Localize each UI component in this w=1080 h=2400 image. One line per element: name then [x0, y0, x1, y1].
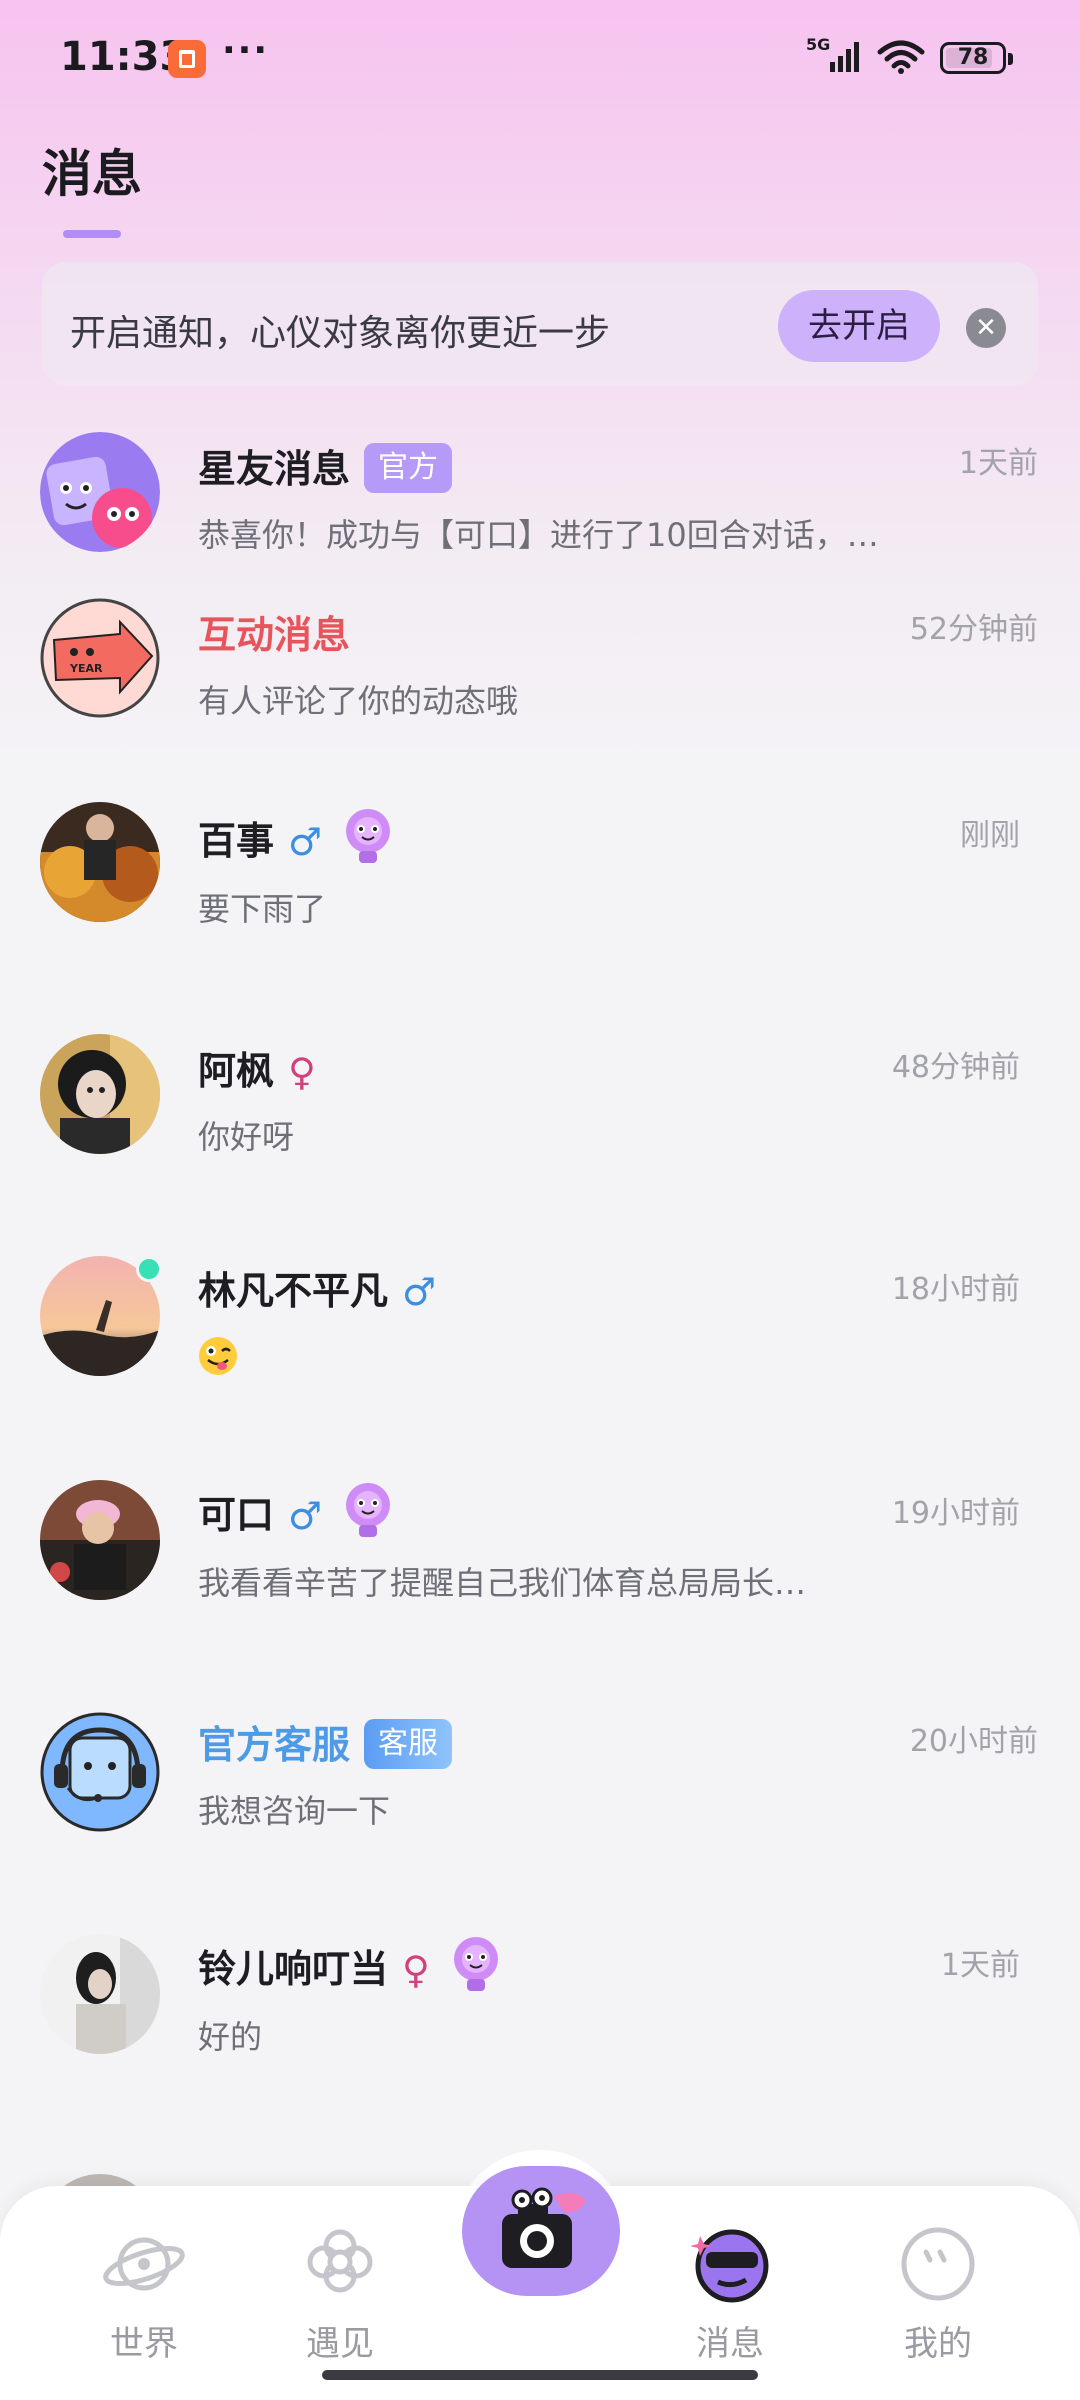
message-preview: 要下雨了 — [198, 890, 327, 928]
more-notifications-icon: ··· — [222, 30, 270, 71]
app-notification-icon — [168, 40, 206, 78]
message-time: 52分钟前 — [909, 612, 1038, 647]
wifi-icon — [877, 40, 925, 74]
conversation-name: 星友消息 官方 — [198, 438, 453, 497]
list-item[interactable]: 星友消息 官方 恭喜你！成功与【可口】进行了10回合对话，… 1天前 — [0, 418, 1080, 568]
name-text: 星友消息 — [198, 447, 351, 491]
lightbulb-mascot-icon — [453, 1936, 498, 1991]
tab-profile[interactable]: 我的 — [868, 2222, 1008, 2364]
battery-tip — [1008, 53, 1013, 65]
conversation-name: 互动消息 — [198, 613, 351, 657]
message-preview: 你好呀 — [198, 1118, 295, 1156]
message-time: 19小时前 — [891, 1496, 1020, 1531]
lightbulb-mascot-icon — [346, 808, 391, 863]
message-time: 1天前 — [940, 1948, 1020, 1983]
online-status-dot — [136, 1256, 162, 1282]
list-item[interactable]: 百事 ♂ 要下雨了 刚刚 — [0, 790, 1080, 950]
conversation-name: 可口 ♂ — [198, 1482, 394, 1549]
tab-label: 遇见 — [306, 2324, 374, 2364]
home-indicator[interactable] — [322, 2370, 758, 2380]
name-text: 可口 — [198, 1493, 275, 1537]
message-time: 20小时前 — [909, 1724, 1038, 1759]
female-gender-icon: ♀ — [402, 1947, 430, 1992]
page-title: 消息 — [42, 145, 142, 203]
male-gender-icon: ♂ — [402, 1269, 437, 1314]
male-gender-icon: ♂ — [288, 819, 323, 864]
svg-text:YEAR: YEAR — [69, 662, 103, 675]
list-item[interactable]: 铃儿响叮当 ♀ 好的 1天前 — [0, 1914, 1080, 2074]
message-time: 刚刚 — [960, 818, 1020, 853]
message-preview: 好的 — [198, 2018, 263, 2056]
name-text: 官方客服 — [198, 1723, 351, 1767]
conversation-name: 官方客服 客服 — [198, 1714, 453, 1773]
official-badge: 官方 — [364, 442, 453, 493]
list-item[interactable]: 可口 ♂ 我看看辛苦了提醒自己我们体育总局局长… 19小时前 — [0, 1460, 1080, 1620]
winking-tongue-emoji-icon — [199, 1337, 237, 1375]
star-friend-mascot-avatar — [40, 432, 160, 552]
conversation-name: 林凡不平凡 ♂ — [198, 1260, 436, 1316]
close-icon[interactable]: ✕ — [966, 308, 1006, 348]
conversation-name: 阿枫 ♀ — [198, 1040, 316, 1096]
conversation-name: 百事 ♂ — [198, 808, 394, 875]
flower-icon — [307, 2229, 373, 2293]
message-mascot-icon — [690, 2229, 769, 2303]
message-preview: 恭喜你！成功与【可口】进行了10回合对话，… — [198, 516, 879, 554]
planet-icon — [103, 2237, 185, 2291]
message-preview: 有人评论了你的动态哦 — [198, 682, 519, 720]
lightbulb-mascot-icon — [346, 1482, 391, 1537]
name-text: 铃儿响叮当 — [198, 1947, 389, 1991]
network-type-label: 5G — [806, 36, 830, 54]
notification-banner: 开启通知，心仪对象离你更近一步 去开启 ✕ — [42, 262, 1038, 386]
tab-label: 世界 — [110, 2324, 178, 2364]
status-bar: 11:33 ··· 5G 78 — [0, 0, 1080, 120]
message-time: 48分钟前 — [891, 1050, 1020, 1085]
camera-button[interactable] — [462, 2166, 620, 2296]
tab-messages[interactable]: 消息 — [660, 2222, 800, 2364]
user-avatar — [40, 1034, 160, 1154]
camera-icon — [502, 2187, 586, 2268]
battery-level: 78 — [957, 45, 989, 70]
list-item[interactable]: 林凡不平凡 ♂ 18小时前 — [0, 1236, 1080, 1396]
profile-icon — [901, 2227, 975, 2301]
user-avatar — [40, 1480, 160, 1600]
user-avatar — [40, 1934, 160, 2054]
customer-service-mascot-avatar — [40, 1712, 160, 1832]
name-text: 阿枫 — [198, 1049, 275, 1093]
list-item[interactable]: 阿枫 ♀ 你好呀 48分钟前 — [0, 1014, 1080, 1174]
customer-service-badge: 客服 — [364, 1718, 453, 1769]
message-time: 1天前 — [958, 446, 1038, 481]
message-preview: 我看看辛苦了提醒自己我们体育总局局长… — [198, 1564, 807, 1602]
title-underline — [63, 230, 121, 238]
name-text: 林凡不平凡 — [198, 1269, 389, 1313]
battery-indicator: 78 — [940, 42, 1006, 74]
list-item[interactable]: 官方客服 客服 我想咨询一下 20小时前 — [0, 1694, 1080, 1844]
user-avatar — [40, 802, 160, 922]
enable-notifications-button[interactable]: 去开启 — [778, 290, 940, 362]
banner-text: 开启通知，心仪对象离你更近一步 — [70, 313, 611, 354]
male-gender-icon: ♂ — [288, 1493, 323, 1538]
interaction-mascot-avatar: YEAR — [40, 598, 160, 718]
message-preview: 我想咨询一下 — [198, 1792, 391, 1830]
message-time: 18小时前 — [891, 1272, 1020, 1307]
tab-world[interactable]: 世界 — [74, 2222, 214, 2364]
female-gender-icon: ♀ — [288, 1049, 316, 1094]
tab-meet[interactable]: 遇见 — [270, 2222, 410, 2364]
cellular-signal-icon: 5G — [806, 36, 859, 72]
name-text: 百事 — [198, 819, 275, 863]
conversation-name: 铃儿响叮当 ♀ — [198, 1936, 502, 2003]
list-item[interactable]: YEAR 互动消息 有人评论了你的动态哦 52分钟前 — [0, 584, 1080, 734]
tab-label: 消息 — [696, 2324, 764, 2364]
tab-label: 我的 — [904, 2324, 972, 2364]
